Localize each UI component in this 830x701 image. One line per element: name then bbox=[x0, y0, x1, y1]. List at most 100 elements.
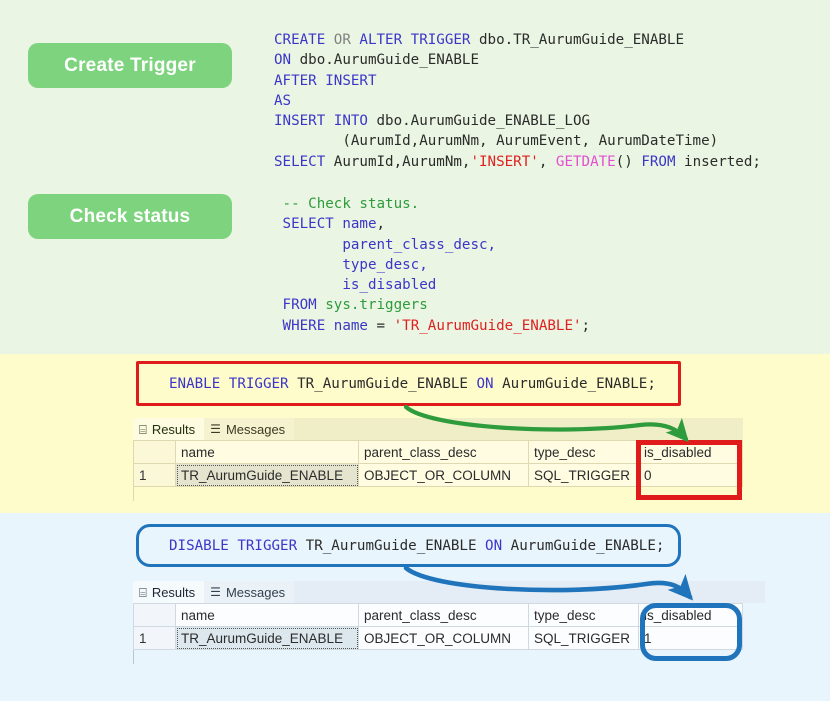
code-token: inserted; bbox=[684, 153, 761, 170]
code-token: ; bbox=[581, 317, 591, 334]
code-token: dbo.AurumGuide_ENABLE bbox=[299, 52, 479, 69]
code-token: SELECT bbox=[274, 153, 334, 170]
disable-results-tabbar: ⌸ Results ☰ Messages bbox=[133, 581, 765, 603]
code-token: CREATE bbox=[274, 32, 334, 48]
enable-results-pane: ⌸ Results ☰ Messages name parent_class_desc t… bbox=[133, 418, 743, 501]
tab-label: Messages bbox=[225, 421, 286, 437]
code-token: ON bbox=[274, 52, 300, 69]
column-header-name[interactable]: name bbox=[175, 603, 359, 627]
disable-results-pane: ⌸ Results ☰ Messages name parent_class_desc t… bbox=[133, 581, 765, 664]
table-header-row: name parent_class_desc type_desc is_disable… bbox=[133, 603, 743, 627]
code-token: AurumId,AurumNm, bbox=[333, 153, 471, 170]
create-trigger-code: CREATE OR ALTER TRIGGER dbo.TR_AurumGuid… bbox=[274, 30, 761, 172]
tab-label: Results bbox=[151, 421, 196, 437]
code-token: TR_AurumGuide_ENABLE bbox=[305, 537, 486, 554]
tab-results[interactable]: ⌸ Results bbox=[133, 581, 205, 603]
code-line: FROM sys.triggers bbox=[274, 295, 590, 315]
tab-messages[interactable]: ☰ Messages bbox=[204, 418, 295, 440]
results-table: name parent_class_desc type_desc is_disable… bbox=[133, 440, 743, 487]
grid-icon: ⌸ bbox=[139, 584, 147, 600]
code-token: AS bbox=[274, 92, 292, 109]
code-line: SELECT AurumId,AurumNm,'INSERT', GETDATE… bbox=[274, 152, 761, 172]
column-header-is_disabled[interactable]: is_disabled bbox=[638, 603, 743, 627]
column-header-parent_class_desc[interactable]: parent_class_desc bbox=[358, 603, 529, 627]
results-table: name parent_class_desc type_desc is_disable… bbox=[133, 603, 743, 650]
create-trigger-button[interactable]: Create Trigger bbox=[28, 43, 232, 88]
cell-name[interactable]: TR_AurumGuide_ENABLE bbox=[175, 626, 359, 650]
row-number-cell[interactable]: 1 bbox=[133, 626, 176, 650]
disable-results-grid-wrap: name parent_class_desc type_desc is_disable… bbox=[133, 603, 765, 650]
table-row[interactable]: 1 TR_AurumGuide_ENABLE OBJECT_OR_COLUMN SQL… bbox=[133, 463, 743, 487]
code-line: SELECT name, bbox=[274, 214, 590, 234]
enable-grid-tail bbox=[133, 487, 743, 501]
check-status-button[interactable]: Check status bbox=[28, 194, 232, 239]
enable-results-grid-wrap: name parent_class_desc type_desc is_disable… bbox=[133, 440, 743, 487]
code-token: , bbox=[538, 153, 556, 170]
code-line: WHERE name = 'TR_AurumGuide_ENABLE'; bbox=[274, 316, 591, 336]
check-status-code: -- Check status. SELECT name, parent_cla… bbox=[274, 194, 591, 336]
messages-icon: ☰ bbox=[210, 585, 221, 599]
cell-parent_class_desc[interactable]: OBJECT_OR_COLUMN bbox=[358, 463, 529, 487]
code-line: AFTER INSERT bbox=[274, 71, 761, 91]
code-token: is_disabled bbox=[274, 277, 437, 294]
code-token: OR bbox=[333, 32, 360, 48]
disable-trigger-statement-text: DISABLE TRIGGER TR_AurumGuide_ENABLE ON … bbox=[169, 538, 664, 554]
code-token: TR_AurumGuide_ENABLE bbox=[297, 375, 477, 392]
grid-icon: ⌸ bbox=[139, 421, 147, 437]
column-header-type_desc[interactable]: type_desc bbox=[528, 440, 639, 464]
code-token: ENABLE TRIGGER bbox=[169, 375, 298, 392]
code-token: 'INSERT' bbox=[470, 153, 539, 170]
code-token: SELECT bbox=[274, 216, 343, 233]
enable-results-tabbar: ⌸ Results ☰ Messages bbox=[133, 418, 743, 440]
code-line: (AurumId,AurumNm, AurumEvent, AurumDateT… bbox=[274, 131, 761, 151]
enable-trigger-statement-box: ENABLE TRIGGER TR_AurumGuide_ENABLE ON A… bbox=[136, 361, 681, 406]
cell-type_desc[interactable]: SQL_TRIGGER bbox=[528, 626, 639, 650]
disable-trigger-statement-box: DISABLE TRIGGER TR_AurumGuide_ENABLE ON … bbox=[136, 524, 681, 567]
code-token: (AurumId,AurumNm, AurumEvent, AurumDateT… bbox=[274, 133, 719, 150]
code-line: is_disabled bbox=[274, 275, 590, 295]
cell-type_desc[interactable]: SQL_TRIGGER bbox=[528, 463, 639, 487]
tab-results[interactable]: ⌸ Results bbox=[133, 418, 205, 440]
cell-name[interactable]: TR_AurumGuide_ENABLE bbox=[175, 463, 359, 487]
table-row[interactable]: 1 TR_AurumGuide_ENABLE OBJECT_OR_COLUMN SQL… bbox=[133, 626, 743, 650]
column-header-name[interactable]: name bbox=[175, 440, 359, 464]
code-line: INSERT INTO dbo.AurumGuide_ENABLE_LOG bbox=[274, 111, 761, 131]
code-token: ON bbox=[485, 537, 511, 554]
code-token: , bbox=[376, 216, 386, 233]
code-line: AS bbox=[274, 91, 761, 111]
code-token: AurumGuide_ENABLE; bbox=[502, 375, 656, 392]
code-token: -- Check status. bbox=[274, 196, 420, 212]
code-token: GETDATE bbox=[555, 153, 616, 170]
grid-corner-cell[interactable] bbox=[133, 440, 176, 464]
code-token: ON bbox=[476, 375, 503, 392]
code-token: AFTER INSERT bbox=[274, 72, 377, 89]
code-line: -- Check status. bbox=[274, 194, 590, 214]
cell-parent_class_desc[interactable]: OBJECT_OR_COLUMN bbox=[358, 626, 529, 650]
code-token: FROM bbox=[641, 153, 685, 170]
code-token: sys.triggers bbox=[325, 297, 428, 314]
code-token: INSERT INTO bbox=[274, 113, 377, 130]
tab-label: Results bbox=[151, 584, 196, 600]
code-line: ON dbo.AurumGuide_ENABLE bbox=[274, 50, 761, 70]
code-line: parent_class_desc, bbox=[274, 235, 590, 255]
column-header-type_desc[interactable]: type_desc bbox=[528, 603, 639, 627]
row-number-cell[interactable]: 1 bbox=[133, 463, 176, 487]
cell-is_disabled[interactable]: 1 bbox=[638, 626, 743, 650]
grid-corner-cell[interactable] bbox=[133, 603, 176, 627]
code-token: 'TR_AurumGuide_ENABLE' bbox=[393, 317, 582, 334]
tab-messages[interactable]: ☰ Messages bbox=[204, 581, 295, 603]
code-token: dbo.AurumGuide_ENABLE_LOG bbox=[376, 113, 591, 130]
column-header-parent_class_desc[interactable]: parent_class_desc bbox=[358, 440, 529, 464]
messages-icon: ☰ bbox=[210, 422, 221, 436]
code-token: name bbox=[342, 216, 377, 233]
code-token: = bbox=[376, 317, 394, 334]
cell-is_disabled[interactable]: 0 bbox=[638, 463, 743, 487]
disable-grid-tail bbox=[133, 650, 765, 664]
enable-trigger-statement-text: ENABLE TRIGGER TR_AurumGuide_ENABLE ON A… bbox=[169, 376, 656, 392]
code-token: WHERE bbox=[274, 317, 334, 334]
code-token: () bbox=[615, 153, 642, 170]
table-header-row: name parent_class_desc type_desc is_disable… bbox=[133, 440, 743, 464]
code-token: DISABLE TRIGGER bbox=[169, 537, 306, 554]
column-header-is_disabled[interactable]: is_disabled bbox=[638, 440, 743, 464]
code-token: parent_class_desc, bbox=[274, 236, 497, 253]
